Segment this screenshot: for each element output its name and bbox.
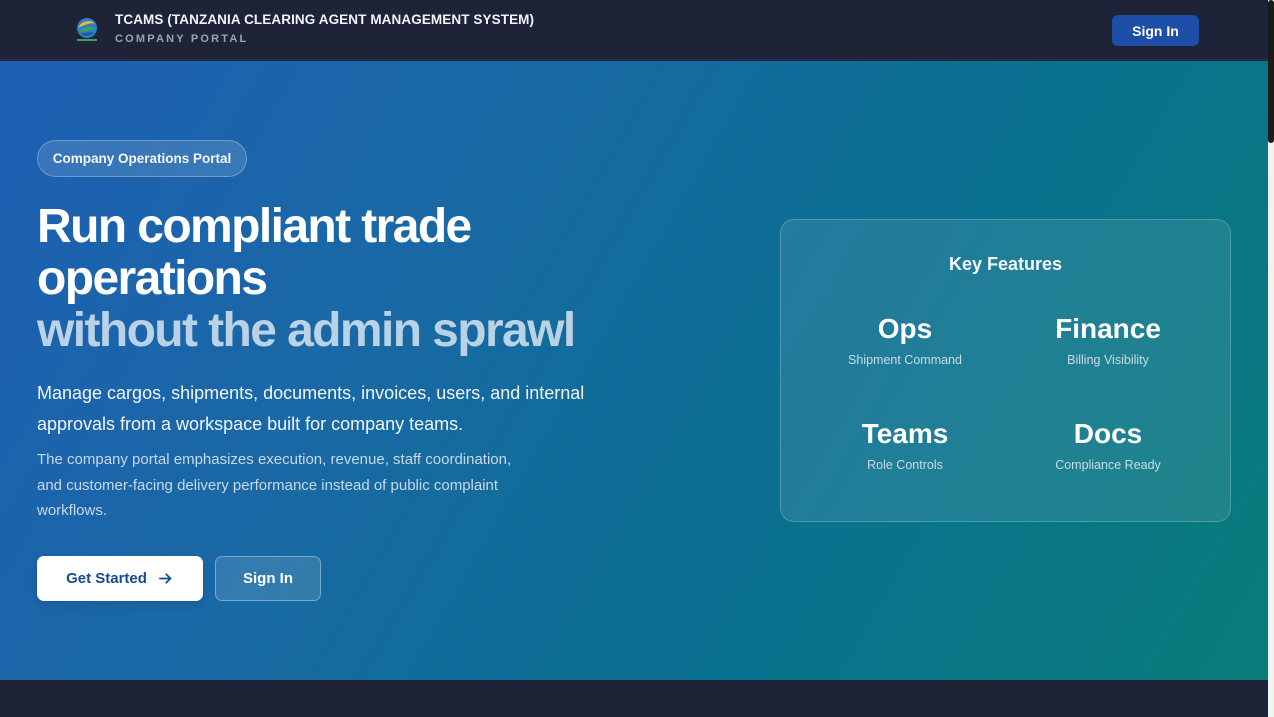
feature-subtitle: Shipment Command [848, 353, 962, 367]
get-started-button[interactable]: Get Started [37, 556, 203, 601]
key-features-card: Key Features Ops Shipment Command Financ… [780, 219, 1231, 522]
headline-line-2: operations [37, 252, 268, 305]
logo-icon[interactable] [75, 16, 99, 42]
features-title: Key Features [948, 254, 1063, 274]
app-subtitle: COMPANY PORTAL [115, 33, 249, 45]
feature-finance: Finance Billing Visibility [1008, 312, 1208, 367]
feature-subtitle: Compliance Ready [1055, 458, 1161, 472]
arrow-right-icon [158, 573, 172, 584]
get-started-label: Get Started [66, 570, 147, 587]
feature-subtitle: Role Controls [867, 458, 943, 472]
hero-description: The company portal emphasizes execution,… [37, 451, 512, 519]
top-navbar: TCAMS (TANZANIA CLEARING AGENT MANAGEMEN… [0, 0, 1268, 60]
app-title: TCAMS (TANZANIA CLEARING AGENT MANAGEMEN… [115, 12, 535, 27]
feature-docs: Docs Compliance Ready [1008, 417, 1208, 472]
hero-badge: Company Operations Portal [37, 140, 247, 177]
feature-subtitle: Billing Visibility [1067, 353, 1149, 367]
header-signin-button[interactable]: Sign In [1112, 15, 1199, 46]
hero-headline: Run compliant trade operations without t… [37, 201, 677, 357]
next-section-edge [0, 680, 1268, 717]
headline-line-3: without the admin sprawl [37, 304, 576, 357]
feature-title: Docs [1073, 418, 1143, 449]
hero-lead: Manage cargos, shipments, documents, inv… [37, 383, 585, 434]
hero-signin-button[interactable]: Sign In [215, 556, 321, 601]
scrollbar-thumb[interactable] [1268, 0, 1274, 143]
feature-title: Ops [877, 313, 933, 344]
hero-section: Company Operations Portal Run compliant … [0, 61, 1268, 680]
feature-ops: Ops Shipment Command [805, 312, 1005, 367]
feature-teams: Teams Role Controls [805, 417, 1005, 472]
page-scrollbar[interactable] [1268, 0, 1274, 717]
feature-title: Teams [861, 418, 949, 449]
feature-title: Finance [1055, 313, 1161, 344]
headline-line-1: Run compliant trade [37, 200, 472, 253]
